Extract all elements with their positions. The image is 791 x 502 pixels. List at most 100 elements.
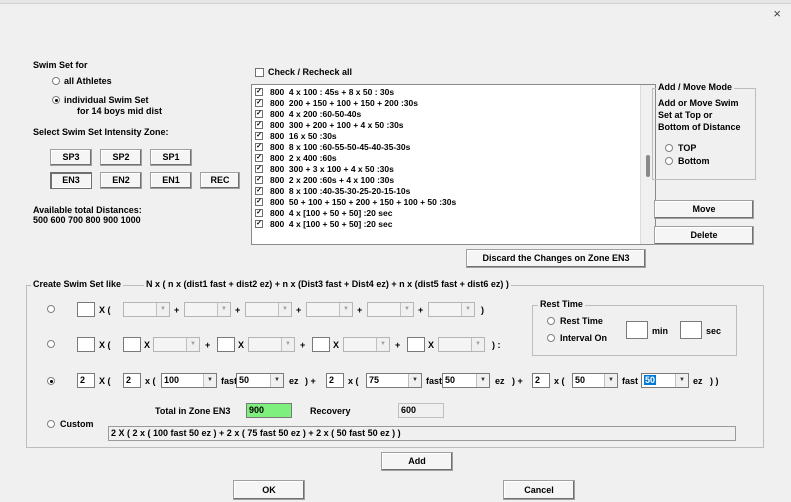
row1-plus-3: + — [296, 305, 302, 315]
list-item-checkbox[interactable]: ✓ — [255, 132, 263, 140]
row2-dist4-select[interactable]: ▼ — [438, 337, 485, 352]
check-recheck-all-label: Check / Recheck all — [268, 67, 353, 77]
row2-n3-input[interactable] — [312, 337, 330, 352]
zone-rec-button[interactable]: REC — [200, 172, 240, 189]
row2-n4-input[interactable] — [407, 337, 425, 352]
row3-fast-label-2: fast — [426, 376, 443, 386]
add-button[interactable]: Add — [381, 452, 453, 471]
row1-dist4-select[interactable]: ▼ — [306, 302, 353, 317]
radio-individual-label-line1: individual Swim Set — [64, 95, 149, 105]
row3-n3-input[interactable]: 2 — [532, 373, 550, 388]
list-item-checkbox[interactable]: ✓ — [255, 121, 263, 129]
zone-sp2-button[interactable]: SP2 — [100, 149, 142, 166]
row3-times-1: x ( — [145, 376, 156, 386]
row3-x-open: X ( — [99, 376, 111, 386]
row2-n2-input[interactable] — [217, 337, 235, 352]
row1-n-input[interactable] — [77, 302, 95, 317]
row1-dist2-select[interactable]: ▼ — [184, 302, 231, 317]
zone-en1-button[interactable]: EN1 — [150, 172, 192, 189]
row1-close: ) — [481, 305, 484, 315]
row3-ez1-select[interactable]: 50 ▼ — [236, 373, 284, 388]
row3-close-2: ) + — [512, 376, 523, 386]
list-item-checkbox[interactable]: ✓ — [255, 176, 263, 184]
row3-n2-input[interactable]: 2 — [326, 373, 344, 388]
rest-sec-label: sec — [706, 326, 722, 336]
cancel-button[interactable]: Cancel — [503, 480, 575, 500]
list-item-checkbox[interactable]: ✓ — [255, 88, 263, 96]
radio-custom[interactable] — [47, 420, 55, 428]
discard-changes-button[interactable]: Discard the Changes on Zone EN3 — [466, 249, 646, 268]
row1-dist3-select[interactable]: ▼ — [245, 302, 292, 317]
check-recheck-all-checkbox[interactable] — [255, 68, 264, 77]
radio-top[interactable] — [665, 144, 673, 152]
row2-plus-3: + — [395, 340, 401, 350]
zone-en2-button[interactable]: EN2 — [100, 172, 142, 189]
create-swim-set-formula: N x ( n x (dist1 fast + dist2 ez) + n x … — [144, 279, 511, 289]
row3-ez2-select[interactable]: 50 ▼ — [442, 373, 490, 388]
row2-dist2-select[interactable]: ▼ — [248, 337, 295, 352]
list-item-checkbox[interactable]: ✓ — [255, 99, 263, 107]
row2-x-1: X — [144, 340, 151, 350]
row2-n-input[interactable] — [77, 337, 95, 352]
radio-individual-swim-set[interactable] — [52, 96, 60, 104]
row3-dist3-select[interactable]: 50 ▼ — [572, 373, 618, 388]
row2-n1-input[interactable] — [123, 337, 141, 352]
list-item-checkbox[interactable]: ✓ — [255, 198, 263, 206]
row1-plus-5: + — [418, 305, 424, 315]
ok-button[interactable]: OK — [233, 480, 305, 500]
row2-close: ) : — [492, 340, 501, 350]
row3-fast-label-3: fast — [622, 376, 639, 386]
list-scrollbar-thumb[interactable] — [646, 155, 650, 177]
list-item-checkbox[interactable]: ✓ — [255, 220, 263, 228]
list-item-checkbox[interactable]: ✓ — [255, 154, 263, 162]
row3-ez-label-2: ez — [495, 376, 505, 386]
row1-dist1-select[interactable]: ▼ — [123, 302, 170, 317]
rest-sec-input[interactable] — [680, 321, 702, 339]
zone-sp1-button[interactable]: SP1 — [150, 149, 192, 166]
radio-custom-label: Custom — [60, 419, 94, 429]
row2-plus-1: + — [205, 340, 211, 350]
row3-times-3: x ( — [554, 376, 565, 386]
swim-sets-list[interactable]: ✓ 800 4 x 100 : 45s + 8 x 50 : 30s ✓ 800 2… — [251, 84, 656, 245]
list-item-checkbox[interactable]: ✓ — [255, 209, 263, 217]
zone-en3-button[interactable]: EN3 — [50, 172, 92, 189]
delete-button[interactable]: Delete — [654, 226, 754, 245]
radio-bottom-label: Bottom — [678, 156, 710, 166]
list-item-checkbox[interactable]: ✓ — [255, 110, 263, 118]
zone-sp3-button[interactable]: SP3 — [50, 149, 92, 166]
recovery-label: Recovery — [310, 406, 351, 416]
list-item-checkbox[interactable]: ✓ — [255, 165, 263, 173]
row3-ez3-select[interactable]: 50 ▼ — [641, 373, 689, 388]
move-button[interactable]: Move — [654, 200, 754, 219]
rest-min-input[interactable] — [626, 321, 648, 339]
radio-pattern-1[interactable] — [47, 305, 55, 313]
radio-bottom[interactable] — [665, 157, 673, 165]
custom-summary-field[interactable]: 2 X ( 2 x ( 100 fast 50 ez ) + 2 x ( 75 … — [108, 426, 736, 441]
row2-dist1-select[interactable]: ▼ — [153, 337, 200, 352]
radio-rest-time[interactable] — [547, 317, 555, 325]
row1-dist6-select[interactable]: ▼ — [428, 302, 475, 317]
radio-pattern-2[interactable] — [47, 340, 55, 348]
list-item-checkbox[interactable]: ✓ — [255, 143, 263, 151]
row1-plus-4: + — [357, 305, 363, 315]
row1-plus-1: + — [174, 305, 180, 315]
row2-x-4: X — [428, 340, 435, 350]
row1-dist5-select[interactable]: ▼ — [367, 302, 414, 317]
available-distances-label: Available total Distances: — [33, 205, 142, 215]
radio-all-athletes[interactable] — [52, 77, 60, 85]
close-icon[interactable]: × — [773, 6, 781, 21]
row3-close-last: ) ) — [710, 376, 719, 386]
list-item-checkbox[interactable]: ✓ — [255, 187, 263, 195]
add-move-mode-label: Add / Move Mode — [656, 82, 734, 92]
radio-interval-on[interactable] — [547, 334, 555, 342]
row3-n1-input[interactable]: 2 — [123, 373, 141, 388]
radio-pattern-3[interactable] — [47, 377, 55, 385]
add-move-desc-line2: Set at Top or — [658, 110, 713, 120]
rest-time-label: Rest Time — [538, 299, 585, 309]
row3-dist2-select[interactable]: 75 ▼ — [366, 373, 422, 388]
row3-N-input[interactable]: 2 — [77, 373, 95, 388]
row2-dist3-select[interactable]: ▼ — [343, 337, 390, 352]
row3-dist1-select[interactable]: 100 ▼ — [161, 373, 217, 388]
add-move-desc-line1: Add or Move Swim — [658, 98, 739, 108]
row3-ez-label-3: ez — [693, 376, 703, 386]
